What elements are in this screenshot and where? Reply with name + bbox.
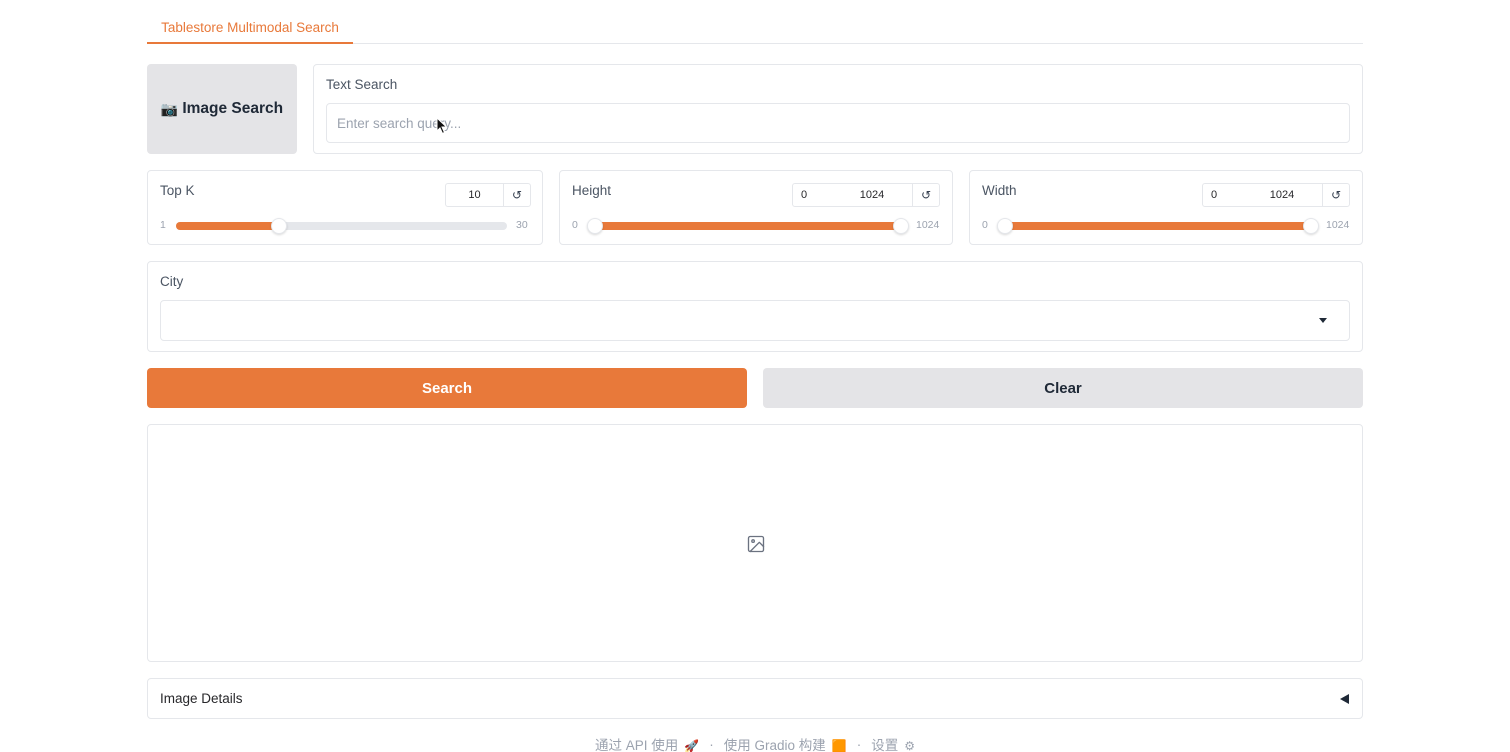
clear-button[interactable]: Clear <box>763 368 1363 408</box>
text-search-input[interactable] <box>326 103 1350 143</box>
width-number-box: 0 1024 ↺ <box>1202 183 1350 207</box>
use-via-api-link[interactable]: 通过 API 使用 🚀 <box>595 734 699 752</box>
width-slider-fill <box>1006 222 1310 230</box>
text-search-panel: Text Search <box>313 64 1363 154</box>
top-k-slider-track[interactable] <box>176 218 507 234</box>
width-max-input[interactable]: 1024 <box>1263 184 1323 206</box>
top-k-number-input[interactable]: 10 <box>446 184 503 206</box>
image-search-button[interactable]: 📷 Image Search <box>147 64 297 154</box>
top-k-slider-thumb[interactable] <box>271 218 287 234</box>
width-reset-icon[interactable]: ↺ <box>1322 184 1349 206</box>
mouse-cursor-icon <box>436 117 448 135</box>
top-k-min: 1 <box>160 219 166 231</box>
image-details-accordion[interactable]: Image Details <box>147 678 1363 719</box>
text-search-label: Text Search <box>326 77 398 92</box>
width-min-input[interactable]: 0 <box>1203 184 1263 206</box>
settings-link[interactable]: 设置 ⚙ <box>871 734 915 752</box>
image-details-label: Image Details <box>160 691 243 706</box>
top-k-label: Top K <box>160 183 195 198</box>
width-label: Width <box>982 183 1017 198</box>
height-slider-thumb-min[interactable] <box>587 218 603 234</box>
height-label: Height <box>572 183 612 198</box>
width-max: 1024 <box>1326 219 1350 231</box>
top-k-max: 30 <box>516 219 528 231</box>
height-min-input[interactable]: 0 <box>793 184 853 206</box>
height-min: 0 <box>572 219 578 231</box>
height-number-box: 0 1024 ↺ <box>792 183 940 207</box>
width-slider-thumb-max[interactable] <box>1303 218 1319 234</box>
chevron-down-icon <box>1319 318 1327 323</box>
settings-label: 设置 <box>871 738 899 752</box>
width-slider-track[interactable] <box>997 218 1319 234</box>
gradio-logo-icon: 🟧 <box>831 739 847 752</box>
caret-left-icon <box>1340 694 1349 704</box>
footer-separator: · <box>856 736 862 752</box>
top-k-slider-fill <box>176 222 279 230</box>
image-icon <box>747 535 765 553</box>
city-label: City <box>160 274 184 289</box>
height-slider-thumb-max[interactable] <box>893 218 909 234</box>
tab-bar: Tablestore Multimodal Search <box>147 0 1363 44</box>
tab-tablestore-multimodal-search[interactable]: Tablestore Multimodal Search <box>147 14 353 44</box>
height-slider-fill <box>596 222 900 230</box>
top-k-panel: Top K 10 ↺ 1 30 <box>147 170 543 245</box>
city-dropdown[interactable] <box>160 300 1350 341</box>
rocket-icon: 🚀 <box>684 739 700 752</box>
width-slider-thumb-min[interactable] <box>997 218 1013 234</box>
city-panel: City <box>147 261 1363 352</box>
height-slider-track[interactable] <box>587 218 909 234</box>
built-with-gradio-label: 使用 Gradio 构建 <box>723 738 826 752</box>
results-gallery <box>147 424 1363 662</box>
search-button[interactable]: Search <box>147 368 747 408</box>
height-max: 1024 <box>916 219 940 231</box>
top-k-reset-icon[interactable]: ↺ <box>503 184 530 206</box>
image-search-label: Image Search <box>182 100 284 117</box>
built-with-gradio-link[interactable]: 使用 Gradio 构建 🟧 <box>724 734 847 752</box>
height-max-input[interactable]: 1024 <box>853 184 913 206</box>
height-reset-icon[interactable]: ↺ <box>912 184 939 206</box>
footer-separator: · <box>709 736 714 752</box>
camera-icon: 📷 <box>160 100 179 117</box>
footer: 通过 API 使用 🚀 · 使用 Gradio 构建 🟧 · 设置 ⚙ <box>0 736 1510 752</box>
height-panel: Height 0 1024 ↺ 0 1024 <box>559 170 953 245</box>
gear-icon: ⚙ <box>904 739 915 752</box>
top-k-number-box: 10 ↺ <box>445 183 531 207</box>
use-via-api-label: 通过 API 使用 <box>595 738 679 752</box>
width-panel: Width 0 1024 ↺ 0 1024 <box>969 170 1363 245</box>
width-min: 0 <box>982 219 988 231</box>
